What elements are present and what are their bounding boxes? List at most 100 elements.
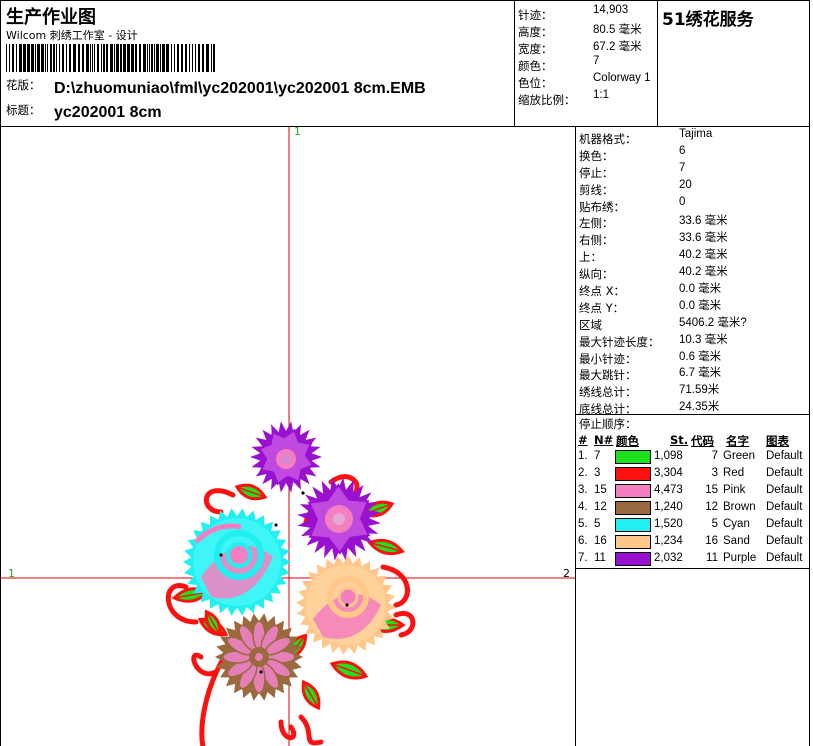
detail-row: 绣线总计： 71.59米: [579, 381, 809, 400]
stop-code: 3: [711, 467, 718, 479]
detail-row: 换色： 6: [579, 145, 809, 163]
stitch-marker: [259, 670, 263, 674]
red-curl: [298, 714, 324, 746]
header-col-divider-1: [514, 0, 515, 127]
stop-color-name: Cyan: [723, 518, 750, 530]
stop-stitches: 1,098: [654, 450, 683, 462]
stop-index: 4.: [578, 501, 588, 513]
stop-sequence-title: 停止顺序：: [579, 417, 637, 431]
stop-stitches: 4,473: [654, 484, 683, 496]
detail-key: 终点 X：: [579, 284, 626, 299]
axis-label-right: 2: [563, 567, 570, 580]
design-label: 花版：: [6, 78, 41, 92]
detail-key: 纵向：: [579, 267, 614, 282]
summary-key: 针迹：: [518, 8, 553, 22]
color-swatch: [615, 535, 651, 549]
stop-stitches: 1,520: [654, 518, 683, 530]
green-leaf: [301, 679, 321, 711]
detail-value: 6.7 毫米: [679, 367, 722, 380]
stop-color-name: Pink: [723, 484, 746, 496]
detail-value: 5406.2 毫米?: [679, 316, 747, 329]
detail-value: 0.0 毫米: [679, 283, 722, 296]
stop-color-name: Red: [723, 467, 745, 479]
stop-row: 4. 12 1,240 12 Brown Default: [578, 501, 810, 518]
stop-color-name: Sand: [723, 535, 750, 547]
red-curl: [204, 488, 236, 515]
stop-row: 3. 15 4,473 15 Pink Default: [578, 484, 810, 501]
summary-key: 颜色：: [518, 59, 553, 73]
detail-key: 绣线总计：: [579, 385, 637, 400]
name-label: 标题：: [6, 103, 41, 117]
detail-row: 贴布绣： 0: [579, 196, 809, 214]
stop-chart: Default: [766, 484, 803, 496]
details-table: 机器格式： Tajima 换色： 6 停止： 7 剪线： 20 贴布绣： 0 左侧： 33.…: [579, 128, 809, 416]
detail-key: 贴布绣：: [579, 199, 625, 214]
summary-row: 针迹： 14,903: [518, 4, 658, 22]
stop-chart: Default: [766, 518, 803, 530]
stitch-marker: [345, 603, 349, 607]
detail-row: 终点 Y： 0.0 毫米: [579, 297, 809, 315]
detail-value: 33.6 毫米: [679, 215, 728, 228]
col-needle: N#: [594, 433, 614, 447]
detail-row: 机器格式： Tajima: [579, 128, 809, 146]
detail-key: 换色：: [579, 148, 614, 163]
detail-key: 机器格式：: [579, 132, 637, 146]
summary-key: 宽度：: [518, 42, 553, 56]
detail-value: 0.6 毫米: [679, 350, 722, 363]
frame-right: [809, 0, 810, 746]
stop-stitches: 1,240: [654, 501, 683, 513]
green-leaf: [329, 660, 369, 680]
detail-row: 底线总计： 24.35米: [579, 398, 809, 416]
summary-value: 80.5 毫米: [593, 24, 642, 36]
stop-color-name: Brown: [723, 501, 756, 513]
detail-row: 终点 X： 0.0 毫米: [579, 280, 809, 299]
detail-row: 剪线： 20: [579, 179, 809, 197]
detail-row: 右侧： 33.6 毫米: [579, 229, 809, 248]
body-col-divider: [575, 126, 576, 746]
page-title: 生产作业图: [6, 7, 96, 28]
color-swatch: [615, 501, 651, 515]
software-subtitle: Wilcom 刺绣工作室 - 设计: [6, 29, 138, 42]
summary-key: 缩放比例：: [518, 93, 576, 107]
detail-row: 上： 40.2 毫米: [579, 246, 809, 265]
frame-top: [0, 0, 810, 1]
stop-chart: Default: [766, 467, 803, 479]
stop-code: 15: [705, 484, 718, 496]
stop-code: 11: [706, 552, 718, 564]
col-name: 名字: [726, 434, 749, 448]
summary-key: 高度：: [518, 25, 553, 39]
stop-chart: Default: [766, 535, 803, 547]
summary-value: 1:1: [593, 89, 609, 101]
detail-key: 上：: [579, 250, 602, 265]
detail-key: 最小针迹：: [579, 351, 637, 366]
color-swatch: [615, 467, 651, 481]
detail-value: 33.6 毫米: [679, 232, 728, 245]
stop-sequence-header: # N# 颜色 St. 代码 名字 图表: [578, 433, 810, 449]
col-index: #: [578, 433, 588, 447]
stop-index: 5.: [578, 518, 588, 530]
stop-chart: Default: [766, 501, 803, 513]
detail-key: 左侧：: [579, 216, 614, 231]
stop-stitches: 3,304: [654, 467, 683, 479]
detail-key: 终点 Y：: [579, 300, 625, 315]
stop-needle: 15: [594, 484, 607, 496]
stop-needle: 12: [594, 501, 607, 513]
col-code: 代码: [691, 434, 714, 448]
stop-row: 1. 7 1,098 7 Green Default: [578, 450, 810, 467]
stop-code: 12: [705, 501, 718, 513]
color-swatch: [615, 450, 651, 464]
summary-table: 针迹： 14,903 高度： 80.5 毫米 宽度： 67.2 毫米 颜色： 7 色位：…: [518, 4, 658, 107]
green-leaf: [234, 483, 268, 501]
detail-value: Tajima: [679, 128, 713, 140]
detail-key: 右侧：: [579, 233, 614, 248]
color-swatch: [615, 552, 651, 566]
stop-needle: 3: [594, 467, 601, 479]
detail-row: 停止： 7: [579, 162, 809, 180]
detail-key: 停止：: [579, 165, 614, 180]
red-curl: [278, 719, 297, 741]
sand-rose-center: [337, 586, 359, 608]
summary-row: 宽度： 67.2 毫米: [518, 38, 658, 56]
detail-row: 最大跳针： 6.7 毫米: [579, 364, 809, 382]
brown-flower-core: [255, 653, 263, 661]
detail-value: 24.35米: [679, 401, 720, 414]
